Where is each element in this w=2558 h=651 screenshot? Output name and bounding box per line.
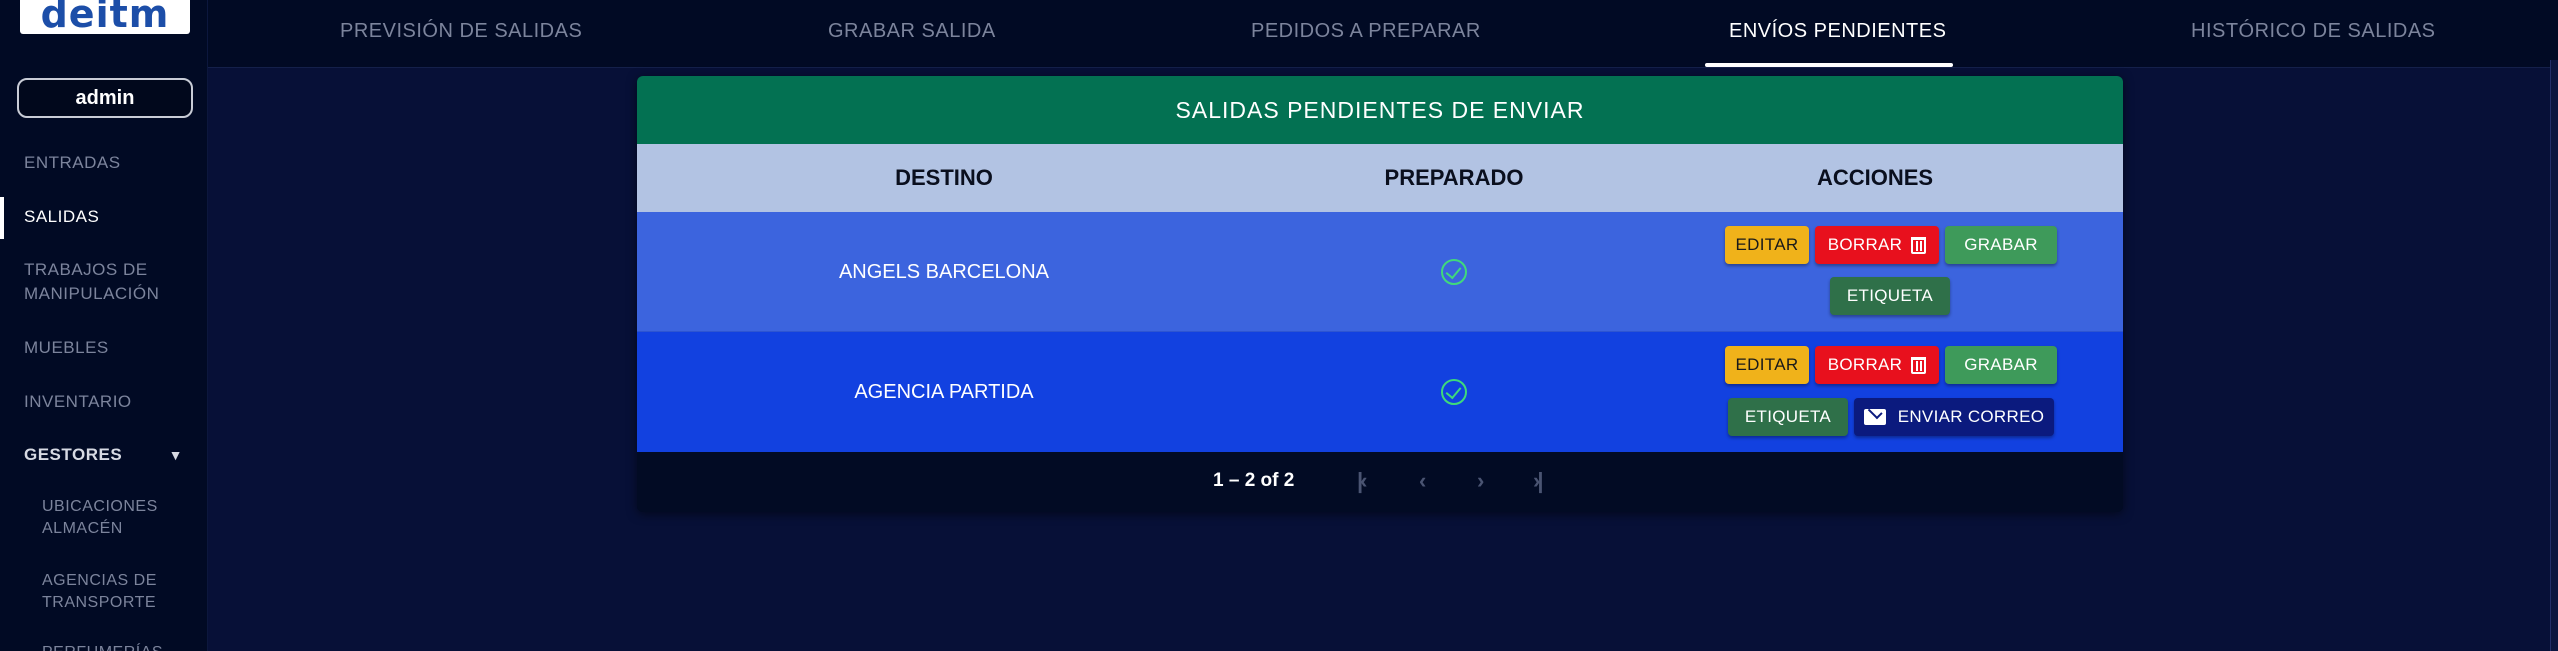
active-tab-indicator xyxy=(1705,63,1953,67)
logo-text: deitm xyxy=(40,0,170,34)
column-header-preparado: PREPARADO xyxy=(1384,165,1524,190)
label-button[interactable]: ETIQUETA xyxy=(1830,277,1950,315)
table-header: DESTINO PREPARADO ACCIONES xyxy=(637,144,2123,212)
mail-icon xyxy=(1863,409,1886,425)
sidebar-item-trabajos-manipulacion[interactable]: TRABAJOS DE MANIPULACIÓN xyxy=(0,258,208,306)
check-circle-icon xyxy=(1441,259,1467,285)
tab-envios-pendientes[interactable]: ENVÍOS PENDIENTES xyxy=(1729,20,1946,43)
tab-pedidos-preparar[interactable]: PEDIDOS A PREPARAR xyxy=(1251,20,1481,43)
destino-cell: ANGELS BARCELONA xyxy=(838,260,1050,283)
delete-button-label: BORRAR xyxy=(1827,355,1903,374)
sidebar: deitm admin ENTRADAS SALIDAS TRABAJOS DE… xyxy=(0,0,208,651)
table-row: AGENCIA PARTIDA EDITAR BORRAR GRABAR ETI… xyxy=(637,332,2123,452)
previous-page-icon[interactable]: ‹ xyxy=(1419,468,1427,494)
delete-button[interactable]: BORRAR xyxy=(1815,226,1939,264)
sidebar-item-gestores[interactable]: GESTORES ▼ xyxy=(0,443,208,467)
first-page-icon[interactable]: |‹ xyxy=(1357,468,1368,494)
check-circle-icon xyxy=(1441,379,1467,405)
caret-down-icon: ▼ xyxy=(168,447,183,463)
trash-icon xyxy=(1911,356,1927,374)
sidebar-item-perfumerias[interactable]: PERFUMERÍAS xyxy=(0,642,208,651)
sidebar-item-gestores-label: GESTORES xyxy=(24,445,123,464)
sidebar-item-entradas[interactable]: ENTRADAS xyxy=(0,151,208,175)
top-tab-bar: PREVISIÓN DE SALIDAS GRABAR SALIDA PEDID… xyxy=(208,0,2558,68)
next-page-icon[interactable]: › xyxy=(1477,468,1485,494)
destino-cell: AGENCIA PARTIDA xyxy=(854,380,1034,403)
user-button[interactable]: admin xyxy=(17,78,193,118)
sidebar-item-muebles[interactable]: MUEBLES xyxy=(0,336,208,360)
edit-button[interactable]: EDITAR xyxy=(1725,226,1809,264)
sidebar-item-agencias-transporte[interactable]: AGENCIAS DE TRANSPORTE xyxy=(0,570,208,614)
pagination-range: 1 – 2 of 2 xyxy=(1213,470,1295,491)
record-button[interactable]: GRABAR xyxy=(1945,226,2057,264)
record-button[interactable]: GRABAR xyxy=(1945,346,2057,384)
card-title: SALIDAS PENDIENTES DE ENVIAR xyxy=(637,76,2123,144)
column-header-destino: DESTINO xyxy=(895,165,993,190)
send-mail-button[interactable]: ENVIAR CORREO xyxy=(1854,398,2054,436)
tab-grabar-salida[interactable]: GRABAR SALIDA xyxy=(828,20,996,43)
tab-prevision-salidas[interactable]: PREVISIÓN DE SALIDAS xyxy=(340,20,582,43)
company-logo[interactable]: deitm xyxy=(20,0,190,34)
trash-icon xyxy=(1911,236,1927,254)
pagination-bar: 1 – 2 of 2 |‹ ‹ › ›| xyxy=(637,452,2123,512)
preparado-cell xyxy=(1251,212,1657,332)
pending-shipments-card: SALIDAS PENDIENTES DE ENVIAR DESTINO PRE… xyxy=(637,76,2123,512)
sidebar-item-salidas[interactable]: SALIDAS xyxy=(0,197,208,239)
send-mail-button-label: ENVIAR CORREO xyxy=(1897,407,2045,426)
column-header-acciones: ACCIONES xyxy=(1816,165,1934,190)
sidebar-item-inventario[interactable]: INVENTARIO xyxy=(0,390,208,414)
sidebar-item-ubicaciones-almacen[interactable]: UBICACIONES ALMACÉN xyxy=(0,496,208,540)
delete-button[interactable]: BORRAR xyxy=(1815,346,1939,384)
edit-button[interactable]: EDITAR xyxy=(1725,346,1809,384)
table-row: ANGELS BARCELONA EDITAR BORRAR GRABAR ET… xyxy=(637,212,2123,332)
label-button[interactable]: ETIQUETA xyxy=(1728,398,1848,436)
vertical-scrollbar[interactable] xyxy=(2550,60,2558,651)
preparado-cell xyxy=(1251,332,1657,452)
tab-historico-salidas[interactable]: HISTÓRICO DE SALIDAS xyxy=(2191,20,2436,43)
delete-button-label: BORRAR xyxy=(1827,235,1903,254)
last-page-icon[interactable]: ›| xyxy=(1533,468,1544,494)
